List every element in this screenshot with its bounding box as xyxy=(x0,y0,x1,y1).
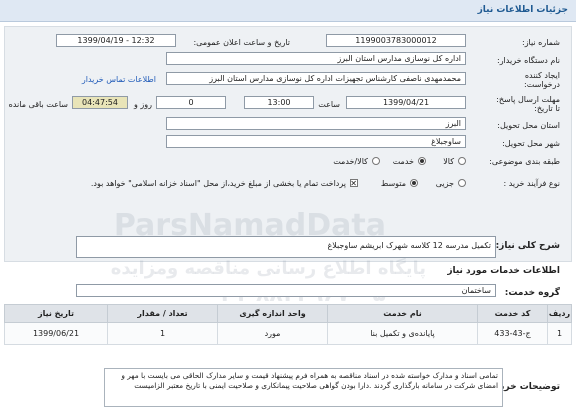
need-number-label: شماره نیاز: xyxy=(522,38,560,47)
col-service-name: نام خدمت xyxy=(327,304,478,323)
buyer-name-field[interactable]: اداره کل نوسازی مدارس استان البرز xyxy=(166,52,466,65)
buyer-name-label: نام دستگاه خریدار: xyxy=(497,56,560,65)
creator-label-line1: ایجاد کننده xyxy=(524,71,560,80)
col-unit: واحد اندازه گیری xyxy=(217,304,328,323)
col-quantity: تعداد / مقدار xyxy=(107,304,218,323)
service-group-label: گروه خدمت: xyxy=(504,288,560,298)
services-table: ردیف کد خدمت نام خدمت واحد اندازه گیری ت… xyxy=(4,304,572,345)
page-header: جزئیات اطلاعات نیاز xyxy=(0,0,576,22)
col-need-date: تاریخ نیاز xyxy=(4,304,108,323)
category-label: طبقه بندی موضوعی: xyxy=(489,157,560,166)
category-goods-service-radio[interactable] xyxy=(372,157,380,165)
cell-unit: مورد xyxy=(217,322,328,345)
deadline-label-line2: تا تاریخ: xyxy=(534,104,560,113)
days-label: روز و xyxy=(134,100,152,109)
deadline-label-line1: مهلت ارسال پاسخ: xyxy=(496,95,560,104)
services-section-title: اطلاعات خدمات مورد نیاز xyxy=(447,266,560,276)
col-service-code: کد خدمت xyxy=(477,304,548,323)
time-remaining-field: 04:47:54 xyxy=(72,96,128,109)
treasury-payment-checkbox[interactable]: ✕ xyxy=(350,179,358,188)
creator-label-line2: درخواست: xyxy=(524,80,560,89)
announce-date-label: تاریخ و ساعت اعلان عمومی: xyxy=(193,38,290,47)
table-row[interactable]: 1 ج-43-433 پایانده‌ی و تکمیل بنا مورد 1 … xyxy=(4,322,572,345)
category-goods-radio[interactable] xyxy=(458,157,466,165)
announce-date-field[interactable]: 1399/04/19 - 12:32 xyxy=(56,34,176,47)
col-row-number: ردیف xyxy=(547,304,572,323)
province-label: استان محل تحویل: xyxy=(497,121,560,130)
page-title: جزئیات اطلاعات نیاز xyxy=(477,5,568,15)
city-field[interactable]: ساوجبلاغ xyxy=(166,135,466,148)
cell-service-code: ج-43-433 xyxy=(477,322,548,345)
cell-quantity: 1 xyxy=(107,322,218,345)
treasury-payment-note: پرداخت تمام یا بخشی از مبلغ خرید،از محل … xyxy=(90,179,346,188)
table-header-row: ردیف کد خدمت نام خدمت واحد اندازه گیری ت… xyxy=(4,304,572,323)
deadline-time-field[interactable]: 13:00 xyxy=(244,96,314,109)
cell-row-number: 1 xyxy=(547,322,572,345)
category-service-label: خدمت xyxy=(392,157,414,166)
buyer-contact-link[interactable]: اطلاعات تماس خریدار xyxy=(82,75,156,84)
process-minor-radio[interactable] xyxy=(458,179,466,187)
process-minor-label: جزیی xyxy=(435,179,454,188)
province-field[interactable]: البرز xyxy=(166,117,466,130)
summary-label: شرح کلی نیاز: xyxy=(495,241,560,251)
process-medium-radio[interactable] xyxy=(410,179,418,187)
category-service-radio[interactable] xyxy=(418,157,426,165)
need-number-field[interactable]: 1199003783000012 xyxy=(326,34,466,47)
process-medium-label: متوسط xyxy=(380,179,406,188)
city-label: شهر محل تحویل: xyxy=(502,139,560,148)
buyer-notes-box: تمامی اسناد و مدارک خواسته شده در اسناد … xyxy=(104,368,503,407)
category-goods-service-label: کالا/خدمت xyxy=(333,157,368,166)
creator-field[interactable]: محمدمهدی ناصفی کارشناس تجهیزات اداره کل … xyxy=(166,72,466,85)
deadline-time-label: ساعت xyxy=(318,100,340,109)
cell-service-name: پایانده‌ی و تکمیل بنا xyxy=(327,322,478,345)
days-remaining-field[interactable]: 0 xyxy=(156,96,226,109)
cell-need-date: 1399/06/21 xyxy=(4,322,108,345)
process-type-label: نوع فرآیند خرید : xyxy=(503,179,560,188)
summary-field[interactable]: تکمیل مدرسه 12 کلاسه شهرک ابریشم ساوجبلا… xyxy=(76,236,496,258)
category-goods-label: کالا xyxy=(443,157,454,166)
service-group-field[interactable]: ساختمان xyxy=(76,284,496,297)
deadline-date-field[interactable]: 1399/04/21 xyxy=(346,96,466,109)
time-remaining-label: ساعت باقی مانده xyxy=(8,100,68,109)
